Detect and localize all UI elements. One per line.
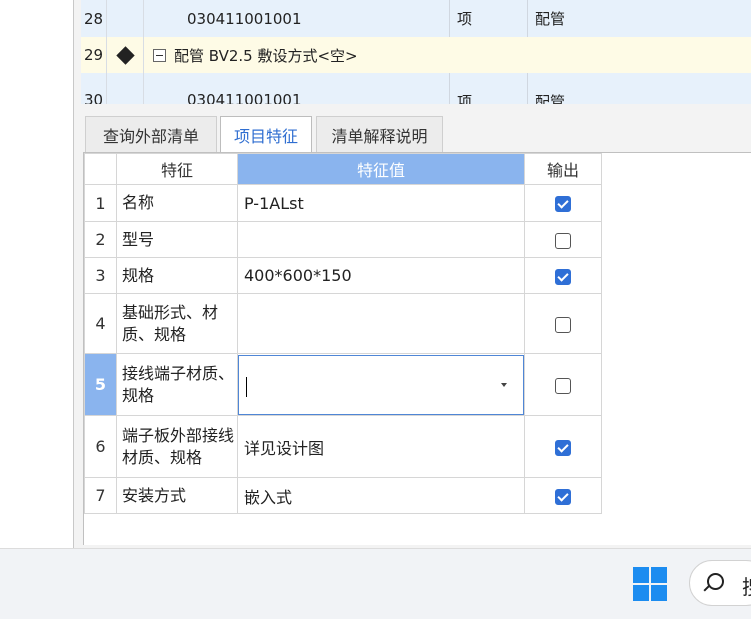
- output-checkbox[interactable]: [555, 316, 571, 333]
- feature-name[interactable]: 端子板外部接线材质、规格: [116, 415, 238, 478]
- row-name: 配管: [535, 10, 566, 28]
- feature-value[interactable]: 详见设计图: [237, 415, 525, 478]
- row-index: 3: [84, 257, 117, 294]
- feature-name[interactable]: 规格: [116, 257, 238, 294]
- row-index: 6: [84, 415, 117, 478]
- app-window: 28 030411001001 项 配管 29 配管 BV2.5 敷设方式<空>…: [74, 0, 751, 548]
- feature-grid-panel: 特征 特征值 输出 1 名称 P-1ALst 2 型号 3 规格 400*600…: [83, 152, 751, 545]
- row-index: 7: [84, 477, 117, 514]
- output-checkbox[interactable]: [555, 439, 571, 456]
- row-marker-cell: [107, 0, 144, 37]
- feature-value[interactable]: [237, 221, 525, 258]
- tree-row[interactable]: 30 030411001001 项 配管: [81, 73, 751, 104]
- table-row[interactable]: 7 安装方式 嵌入式: [84, 477, 602, 514]
- output-checkbox[interactable]: [555, 232, 571, 249]
- tab-external-list[interactable]: 查询外部清单: [85, 116, 217, 152]
- search-icon: [707, 573, 724, 590]
- row-marker-cell: [107, 37, 144, 73]
- row-index: 5: [84, 353, 117, 416]
- table-row[interactable]: 3 规格 400*600*150: [84, 257, 602, 294]
- corner-header: [84, 153, 117, 185]
- tab-list-explanation[interactable]: 清单解释说明: [316, 116, 443, 152]
- output-checkbox[interactable]: [555, 377, 571, 394]
- windows-start-icon[interactable]: [633, 567, 667, 601]
- row-name: 配管: [535, 93, 566, 104]
- feature-value[interactable]: 400*600*150: [237, 257, 525, 294]
- feature-name[interactable]: 名称: [116, 184, 238, 222]
- feature-name[interactable]: 基础形式、材质、规格: [116, 293, 238, 354]
- row-index: 1: [84, 184, 117, 222]
- column-header-output[interactable]: 输出: [524, 153, 602, 185]
- feature-value[interactable]: [237, 293, 525, 354]
- text-caret: [246, 376, 247, 397]
- feature-value-dropdown[interactable]: [238, 354, 524, 415]
- dropdown-arrow-icon[interactable]: [501, 382, 507, 387]
- row-number: 29: [81, 37, 107, 73]
- table-row[interactable]: 6 端子板外部接线材质、规格 详见设计图: [84, 415, 602, 478]
- row-code: 030411001001: [187, 9, 302, 28]
- diamond-marker-icon: [115, 45, 135, 65]
- left-panel: [0, 0, 73, 548]
- row-number: 28: [81, 0, 107, 37]
- collapse-icon[interactable]: [153, 48, 166, 62]
- row-unit: 项: [457, 93, 473, 104]
- feature-name[interactable]: 型号: [116, 221, 238, 258]
- row-code: 030411001001: [187, 91, 302, 104]
- row-marker-cell: [107, 73, 144, 104]
- table-header-row: 特征 特征值 输出: [84, 153, 602, 185]
- taskbar-search-box[interactable]: 搜: [689, 560, 751, 606]
- output-checkbox[interactable]: [555, 488, 571, 505]
- tab-project-features[interactable]: 项目特征: [220, 116, 312, 152]
- feature-table: 特征 特征值 输出 1 名称 P-1ALst 2 型号 3 规格 400*600…: [84, 153, 602, 514]
- row-number: 30: [81, 73, 107, 104]
- feature-name[interactable]: 接线端子材质、规格: [116, 353, 238, 416]
- table-row[interactable]: 1 名称 P-1ALst: [84, 184, 602, 222]
- row-index: 2: [84, 221, 117, 258]
- bill-tree-grid: 28 030411001001 项 配管 29 配管 BV2.5 敷设方式<空>…: [81, 0, 751, 104]
- group-title: 配管 BV2.5 敷设方式<空>: [174, 46, 358, 65]
- feature-value[interactable]: P-1ALst: [237, 184, 525, 222]
- table-row[interactable]: 2 型号: [84, 221, 602, 258]
- output-checkbox[interactable]: [555, 196, 571, 212]
- feature-name[interactable]: 安装方式: [116, 477, 238, 514]
- row-unit: 项: [457, 10, 473, 28]
- tree-row[interactable]: 28 030411001001 项 配管: [81, 0, 751, 38]
- tree-group-row[interactable]: 29 配管 BV2.5 敷设方式<空>: [81, 37, 751, 74]
- output-checkbox[interactable]: [555, 268, 571, 285]
- table-row-selected[interactable]: 5 接线端子材质、规格: [84, 353, 602, 416]
- feature-value[interactable]: 嵌入式: [237, 477, 525, 514]
- column-header-feature[interactable]: 特征: [116, 153, 238, 185]
- row-index: 4: [84, 293, 117, 354]
- search-text: 搜: [742, 571, 751, 600]
- column-header-value[interactable]: 特征值: [237, 153, 525, 185]
- table-row[interactable]: 4 基础形式、材质、规格: [84, 293, 602, 354]
